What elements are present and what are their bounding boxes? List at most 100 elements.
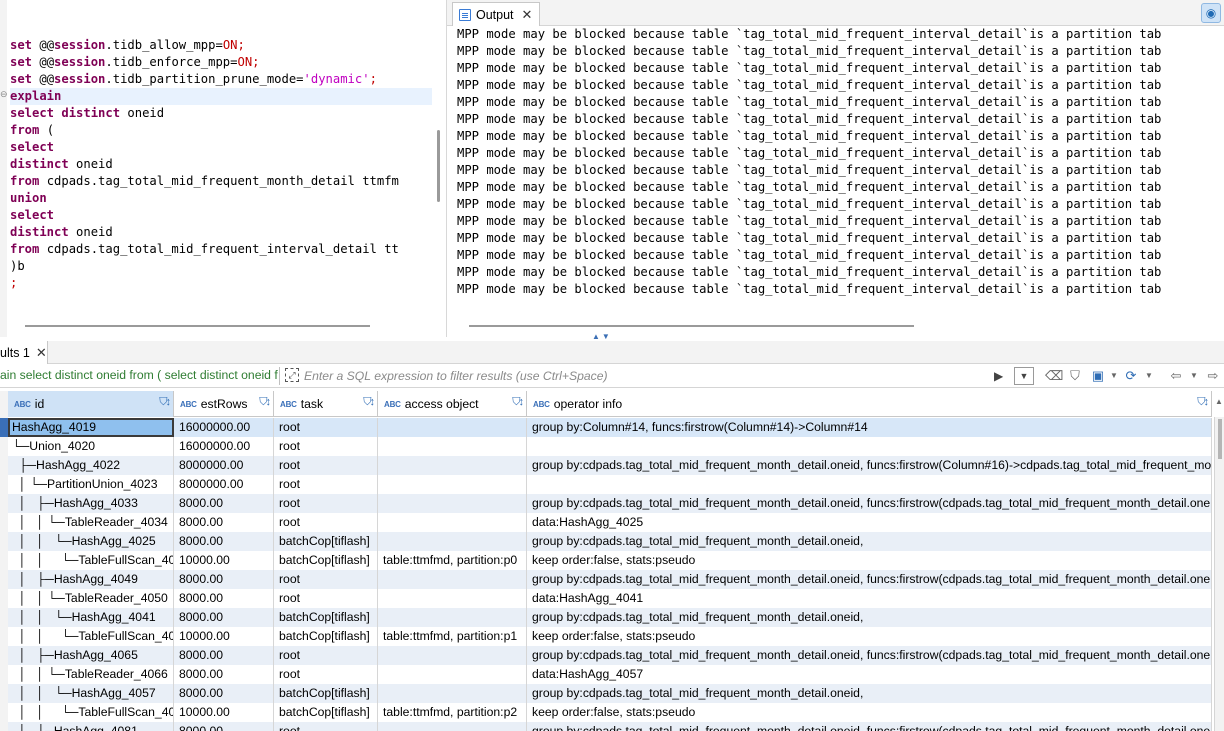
cell-operator-info[interactable]: group by:cdpads.tag_total_mid_frequent_m… [527, 456, 1212, 475]
code-line[interactable]: set @@session.tidb_allow_mpp=ON; [10, 37, 432, 54]
cell-id[interactable]: │ ├─HashAgg_4049 [8, 570, 174, 589]
code-line[interactable]: set @@session.tidb_partition_prune_mode=… [10, 71, 432, 88]
table-row[interactable]: │ │ └─HashAgg_4041 8000.00 batchCop[tiflas… [8, 608, 1212, 627]
table-row[interactable]: │ │ └─TableReader_4066 8000.00 root data:Ha… [8, 665, 1212, 684]
table-row[interactable]: │ │ └─HashAgg_4025 8000.00 batchCop[tiflas… [8, 532, 1212, 551]
cell-task[interactable]: root [274, 418, 378, 437]
cell-task[interactable]: batchCop[tiflash] [274, 703, 378, 722]
refresh-icon[interactable]: ⟳ [1123, 368, 1139, 384]
code-line[interactable]: set @@session.tidb_enforce_mpp=ON; [10, 54, 432, 71]
table-row[interactable]: └─Union_4020 16000000.00 root [8, 437, 1212, 456]
cell-estrows[interactable]: 8000.00 [174, 570, 274, 589]
table-row[interactable]: │ │ └─TableFullScan_4032 10000.00 batchCop… [8, 551, 1212, 570]
cell-task[interactable]: root [274, 437, 378, 456]
cell-access-object[interactable] [378, 532, 527, 551]
table-row[interactable]: │ │ └─TableFullScan_4064 10000.00 batchCop… [8, 703, 1212, 722]
cell-estrows[interactable]: 8000.00 [174, 646, 274, 665]
chevron-down-icon[interactable]: ▼ [1186, 368, 1202, 384]
cell-access-object[interactable] [378, 665, 527, 684]
cell-operator-info[interactable]: data:HashAgg_4057 [527, 665, 1212, 684]
table-row[interactable]: │ │ └─TableReader_4050 8000.00 root data:Ha… [8, 589, 1212, 608]
sort-icon[interactable]: ⛉↕ [159, 396, 171, 409]
cell-task[interactable]: batchCop[tiflash] [274, 608, 378, 627]
code-line[interactable]: distinct oneid [10, 224, 432, 241]
cell-estrows[interactable]: 10000.00 [174, 551, 274, 570]
cell-task[interactable]: root [274, 494, 378, 513]
cell-task[interactable]: batchCop[tiflash] [274, 684, 378, 703]
table-row[interactable]: │ ├─HashAgg_4033 8000.00 root group by:cdpa… [8, 494, 1212, 513]
sql-editor[interactable]: ⊖ set @@session.tidb_allow_mpp=ON; set @@… [0, 0, 446, 337]
editor-horizontal-scrollbar[interactable] [25, 325, 370, 327]
column-header-task[interactable]: ABC task ⛉↕ [274, 391, 378, 417]
cell-access-object[interactable] [378, 608, 527, 627]
cell-operator-info[interactable]: group by:cdpads.tag_total_mid_frequent_m… [527, 646, 1212, 665]
cell-id[interactable]: │ │ └─TableReader_4050 [8, 589, 174, 608]
cell-estrows[interactable]: 16000000.00 [174, 437, 274, 456]
cell-operator-info[interactable] [527, 437, 1212, 456]
sort-icon[interactable]: ⛉↕ [259, 396, 271, 409]
cell-operator-info[interactable]: group by:cdpads.tag_total_mid_frequent_m… [527, 608, 1212, 627]
cell-estrows[interactable]: 8000000.00 [174, 475, 274, 494]
cell-task[interactable]: root [274, 513, 378, 532]
chevron-down-icon[interactable]: ▼ [1106, 368, 1122, 384]
cell-estrows[interactable]: 8000.00 [174, 608, 274, 627]
cell-id[interactable]: │ │ └─TableFullScan_4064 [8, 703, 174, 722]
scrollbar-thumb[interactable] [1218, 419, 1222, 459]
table-row[interactable]: │ ├─HashAgg_4081 8000.00 root group by:cdpa… [8, 722, 1212, 731]
cell-operator-info[interactable]: data:HashAgg_4025 [527, 513, 1212, 532]
cell-access-object[interactable] [378, 475, 527, 494]
chevron-down-icon[interactable]: ▼ [1141, 368, 1157, 384]
code-line[interactable]: explain [10, 88, 432, 105]
code-line[interactable]: from ( [10, 122, 432, 139]
arrow-right-icon[interactable]: ⇨ [1205, 368, 1221, 384]
funnel-icon[interactable]: ⛉ [1067, 368, 1083, 384]
code-line[interactable]: select [10, 139, 432, 156]
column-header-operator-info[interactable]: ABC operator info ⛉↕ [527, 391, 1212, 417]
cell-estrows[interactable]: 8000.00 [174, 532, 274, 551]
cell-estrows[interactable]: 10000.00 [174, 703, 274, 722]
maximize-icon[interactable]: ⤢ [285, 368, 299, 382]
cell-task[interactable]: root [274, 589, 378, 608]
cell-estrows[interactable]: 8000.00 [174, 684, 274, 703]
cell-estrows[interactable]: 8000.00 [174, 513, 274, 532]
cell-operator-info[interactable]: keep order:false, stats:pseudo [527, 627, 1212, 646]
cell-id[interactable]: │ └─PartitionUnion_4023 [8, 475, 174, 494]
cell-id[interactable]: │ │ └─TableFullScan_4048 [8, 627, 174, 646]
chevron-down-icon[interactable]: ▼ [1014, 367, 1034, 385]
output-horizontal-scrollbar[interactable] [469, 325, 914, 327]
cell-access-object[interactable] [378, 513, 527, 532]
cell-access-object[interactable]: table:ttmfmd, partition:p0 [378, 551, 527, 570]
code-line[interactable]: distinct oneid [10, 156, 432, 173]
cell-operator-info[interactable]: keep order:false, stats:pseudo [527, 703, 1212, 722]
chevron-up-icon[interactable]: ▲ [1214, 397, 1224, 406]
column-header-id[interactable]: ABC id ⛉↕ [8, 391, 174, 417]
cell-operator-info[interactable]: group by:cdpads.tag_total_mid_frequent_m… [527, 570, 1212, 589]
cell-access-object[interactable]: table:ttmfmd, partition:p1 [378, 627, 527, 646]
cell-task[interactable]: root [274, 646, 378, 665]
code-line[interactable]: from cdpads.tag_total_mid_frequent_inter… [10, 241, 432, 258]
cell-access-object[interactable] [378, 722, 527, 731]
sort-icon[interactable]: ⛉↕ [512, 396, 524, 409]
cell-access-object[interactable] [378, 589, 527, 608]
table-row[interactable]: │ │ └─HashAgg_4057 8000.00 batchCop[tiflas… [8, 684, 1212, 703]
tab-results-1[interactable]: ults 1 ✕ [0, 341, 48, 364]
code-line[interactable]: select distinct oneid [10, 105, 432, 122]
cell-id[interactable]: │ │ └─TableFullScan_4032 [8, 551, 174, 570]
table-row[interactable]: │ │ └─TableReader_4034 8000.00 root data:Ha… [8, 513, 1212, 532]
cell-id[interactable]: │ │ └─HashAgg_4057 [8, 684, 174, 703]
arrow-left-icon[interactable]: ⇦ [1168, 368, 1184, 384]
code-line[interactable]: ; [10, 275, 432, 292]
cell-access-object[interactable] [378, 418, 527, 437]
cell-task[interactable]: batchCop[tiflash] [274, 551, 378, 570]
cell-estrows[interactable]: 10000.00 [174, 627, 274, 646]
close-icon[interactable]: ✕ [36, 345, 47, 361]
cell-access-object[interactable] [378, 570, 527, 589]
cell-operator-info[interactable]: group by:cdpads.tag_total_mid_frequent_m… [527, 494, 1212, 513]
eye-icon[interactable]: ◉ [1201, 3, 1221, 23]
cell-task[interactable]: root [274, 570, 378, 589]
cell-access-object[interactable] [378, 437, 527, 456]
editor-vertical-scrollbar[interactable] [437, 130, 440, 202]
cell-operator-info[interactable]: group by:cdpads.tag_total_mid_frequent_m… [527, 532, 1212, 551]
cell-id[interactable]: │ │ └─HashAgg_4025 [8, 532, 174, 551]
code-line[interactable]: select [10, 207, 432, 224]
